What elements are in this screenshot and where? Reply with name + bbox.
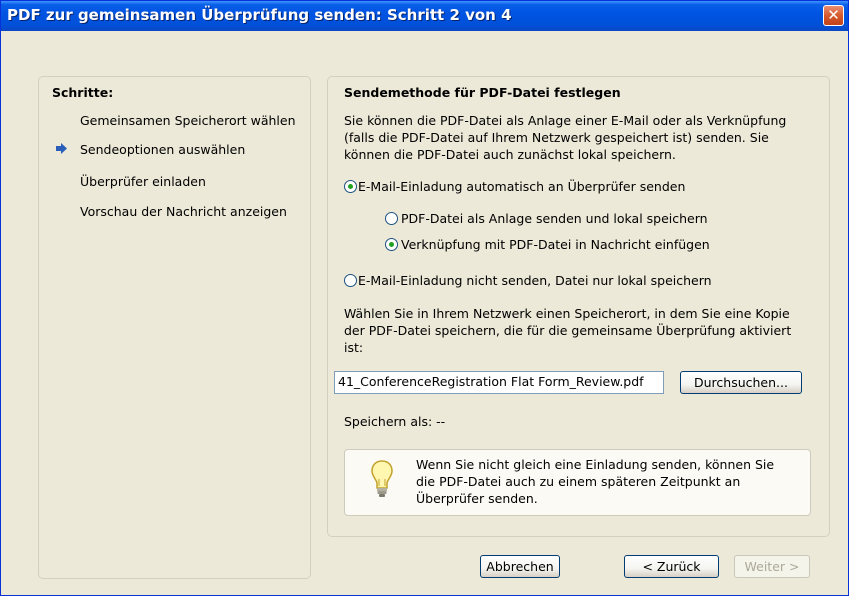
title-bar[interactable]: PDF zur gemeinsamen Überprüfung senden: … bbox=[1, 1, 848, 31]
close-icon: ✕ bbox=[827, 6, 840, 24]
step-item-location: Gemeinsamen Speicherort wählen bbox=[80, 113, 296, 128]
radio-send-auto-label[interactable]: E-Mail-Einladung automatisch an Überprüf… bbox=[358, 179, 685, 194]
info-text: Wenn Sie nicht gleich eine Einladung sen… bbox=[416, 456, 774, 507]
arrow-right-icon bbox=[56, 143, 67, 154]
step-item-invite: Überprüfer einladen bbox=[80, 174, 206, 189]
next-button-label: Weiter > bbox=[744, 559, 800, 574]
lightbulb-icon bbox=[371, 460, 393, 497]
dialog-window: PDF zur gemeinsamen Überprüfung senden: … bbox=[0, 0, 849, 596]
info-line: die PDF-Datei auch zu einem späteren Zei… bbox=[416, 474, 741, 489]
intro-text: Sie können die PDF-Datei als Anlage eine… bbox=[344, 112, 786, 163]
intro-line: können die PDF-Datei auch zunächst lokal… bbox=[344, 147, 676, 162]
step-item-send-options: Sendeoptionen auswählen bbox=[80, 142, 246, 157]
save-as-label: Speichern als: -- bbox=[344, 414, 446, 429]
intro-line: (falls die PDF-Datei auf Ihrem Netzwerk … bbox=[344, 130, 769, 145]
radio-no-send[interactable] bbox=[344, 274, 357, 287]
window-title: PDF zur gemeinsamen Überprüfung senden: … bbox=[7, 6, 512, 24]
radio-link-label[interactable]: Verknüpfung mit PDF-Datei in Nachricht e… bbox=[401, 237, 710, 252]
location-line: ist: bbox=[344, 340, 364, 355]
close-button[interactable]: ✕ bbox=[823, 5, 844, 26]
info-line: Wenn Sie nicht gleich eine Einladung sen… bbox=[416, 457, 775, 472]
path-input[interactable]: 41_ConferenceRegistration Flat Form_Revi… bbox=[334, 371, 664, 394]
back-button-label: < Zurück bbox=[642, 559, 701, 574]
radio-attach[interactable] bbox=[385, 212, 398, 225]
location-text: Wählen Sie in Ihrem Netzwerk einen Speic… bbox=[344, 305, 791, 356]
cancel-button[interactable]: Abbrechen bbox=[480, 555, 560, 578]
browse-button[interactable]: Durchsuchen... bbox=[680, 371, 802, 394]
radio-no-send-label[interactable]: E-Mail-Einladung nicht senden, Datei nur… bbox=[358, 273, 712, 288]
info-line: Überprüfer senden. bbox=[416, 491, 538, 506]
browse-button-label: Durchsuchen... bbox=[694, 375, 788, 390]
location-line: der PDF-Datei speichern, die für die gem… bbox=[344, 323, 792, 338]
back-button[interactable]: < Zurück bbox=[624, 555, 719, 578]
next-button[interactable]: Weiter > bbox=[734, 555, 810, 578]
radio-send-auto[interactable] bbox=[344, 180, 357, 193]
intro-line: Sie können die PDF-Datei als Anlage eine… bbox=[344, 113, 787, 128]
step-item-preview: Vorschau der Nachricht anzeigen bbox=[80, 204, 287, 219]
location-line: Wählen Sie in Ihrem Netzwerk einen Speic… bbox=[344, 306, 790, 321]
radio-attach-label[interactable]: PDF-Datei als Anlage senden und lokal sp… bbox=[401, 211, 708, 226]
cancel-button-label: Abbrechen bbox=[486, 559, 554, 574]
steps-heading: Schritte: bbox=[52, 85, 114, 100]
content-heading: Sendemethode für PDF-Datei festlegen bbox=[344, 85, 621, 100]
radio-link[interactable] bbox=[385, 238, 398, 251]
